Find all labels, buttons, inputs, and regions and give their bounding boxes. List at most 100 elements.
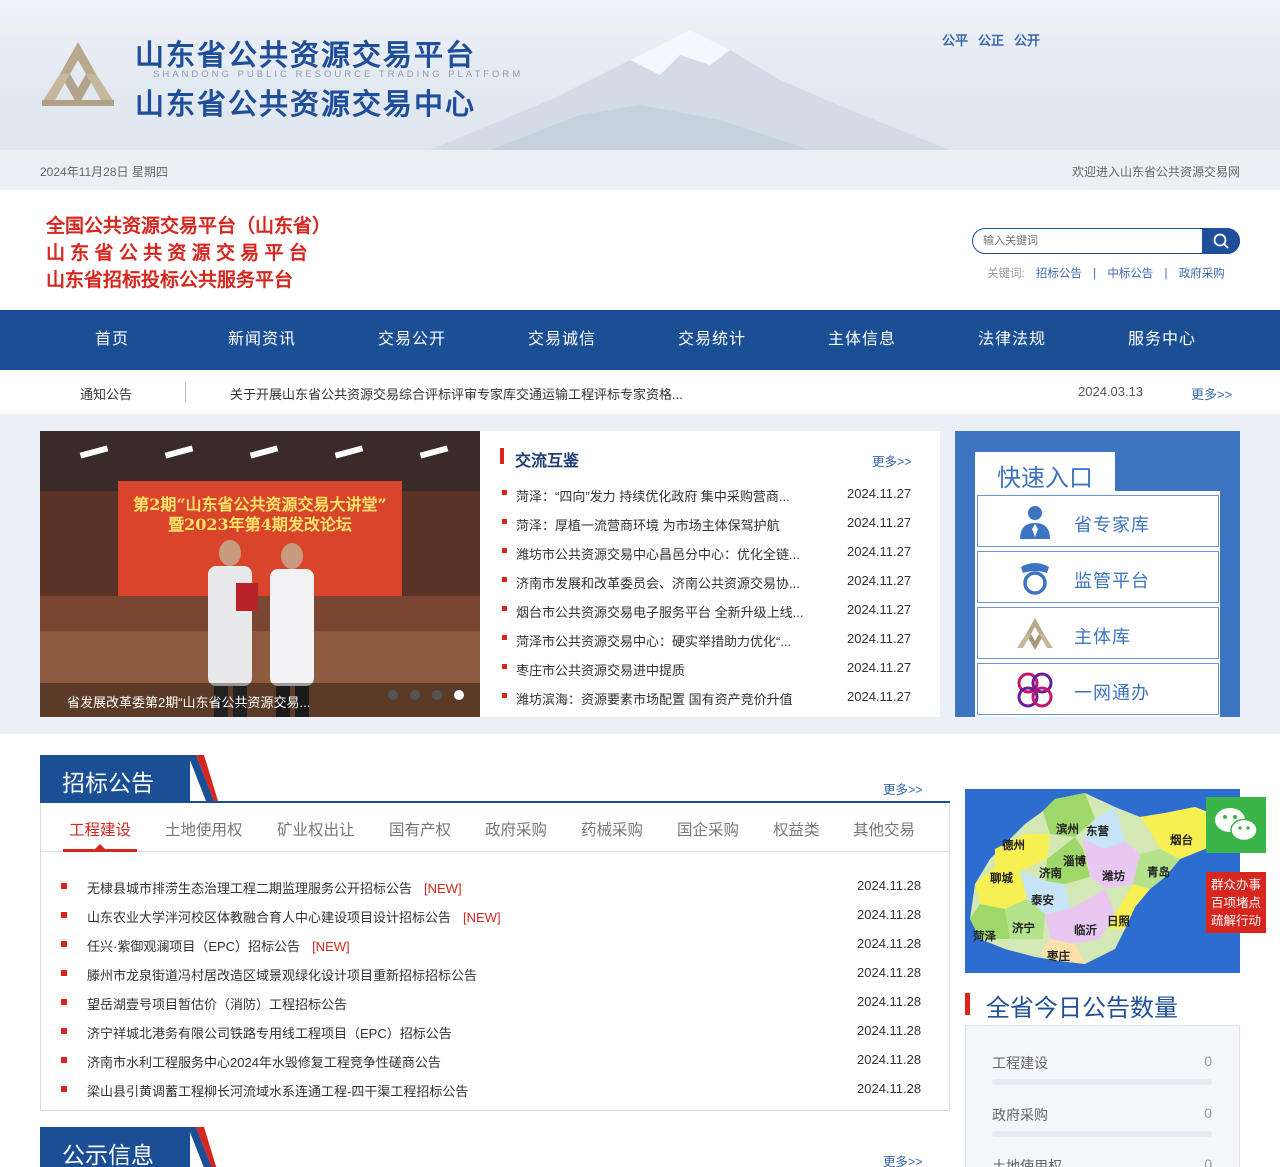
list-item[interactable]: 菏泽市公共资源交易中心：硬实举措助力优化“... 2024.11.27	[500, 629, 920, 649]
item-title[interactable]: 济南市发展和改革委员会、济南公共资源交易协...	[516, 573, 832, 592]
item-title[interactable]: 望岳湖壹号项目暂估价（消防）工程招标公告	[87, 994, 347, 1013]
table-row[interactable]: 济宁祥城北港务有限公司铁路专用线工程项目（EPC）招标公告 2024.11.28	[61, 1021, 931, 1041]
list-item[interactable]: 烟台市公共资源交易电子服务平台 全新升级上线... 2024.11.27	[500, 600, 920, 620]
list-item[interactable]: 菏泽：厚植一流营商环境 为市场主体保驾护航 2024.11.27	[500, 513, 920, 533]
map-city-label[interactable]: 烟台	[1170, 832, 1193, 848]
bullet	[502, 490, 507, 495]
count-value: 0	[1204, 1053, 1212, 1069]
tab-land-use[interactable]: 土地使用权	[165, 818, 243, 840]
notice-link[interactable]: 关于开展山东省公共资源交易综合评标评审专家库交通运输工程评标专家资格...	[230, 384, 683, 403]
count-row[interactable]: 土地使用权 0	[992, 1156, 1212, 1167]
map-city-label[interactable]: 日照	[1107, 913, 1130, 929]
table-row[interactable]: 济南市水利工程服务中心2024年水毁修复工程竞争性磋商公告 2024.11.28	[61, 1050, 931, 1070]
item-title[interactable]: 潍坊滨海：资源要素市场配置 国有资产竞价升值	[516, 689, 832, 708]
keyword-link[interactable]: 招标公告	[1036, 268, 1082, 280]
map-city-label[interactable]: 潍坊	[1102, 868, 1125, 884]
list-item[interactable]: 菏泽：“四向”发力 持续优化政府 集中采购营商... 2024.11.27	[500, 484, 920, 504]
meeting-photo	[40, 431, 480, 717]
wechat-float-button[interactable]	[1206, 797, 1266, 853]
list-item[interactable]: 潍坊滨海：资源要素市场配置 国有资产竞价升值 2024.11.27	[500, 687, 920, 707]
item-title[interactable]: 枣庄市公共资源交易进中提质	[516, 660, 832, 679]
item-date: 2024.11.28	[857, 1081, 922, 1096]
tab-other[interactable]: 其他交易	[853, 818, 915, 840]
list-item[interactable]: 济南市发展和改革委员会、济南公共资源交易协... 2024.11.27	[500, 571, 920, 591]
bullet	[61, 883, 67, 889]
item-title[interactable]: 任兴·紫御观澜项目（EPC）招标公告	[87, 939, 300, 954]
tab-drug-procurement[interactable]: 药械采购	[581, 818, 643, 840]
item-title[interactable]: 菏泽市公共资源交易中心：硬实举措助力优化“...	[516, 631, 832, 650]
province-map[interactable]: 滨州 东营 德州 烟台 淄博 济南 潍坊 青岛 聊城 泰安 济宁 日照 临沂 菏…	[965, 789, 1240, 973]
carousel-dot[interactable]	[410, 690, 420, 700]
photo-caption[interactable]: 省发展改革委第2期“山东省公共资源交易...	[67, 692, 310, 711]
quick-item-one-network[interactable]: 一网通办	[977, 663, 1219, 715]
notice-more-link[interactable]: 更多>>	[1191, 384, 1232, 403]
table-row[interactable]: 无棣县城市排涝生态治理工程二期监理服务公开招标公告 [NEW] 2024.11.28	[61, 876, 931, 896]
map-city-label[interactable]: 枣庄	[1047, 948, 1070, 964]
mass-service-float-button[interactable]: 群众办事 百项堵点 疏解行动	[1206, 872, 1266, 933]
table-row[interactable]: 山东农业大学泮河校区体教融合育人中心建设项目设计招标公告 [NEW] 2024.11…	[61, 905, 931, 925]
map-city-label[interactable]: 临沂	[1074, 922, 1097, 938]
item-title[interactable]: 济南市水利工程服务中心2024年水毁修复工程竞争性磋商公告	[87, 1052, 441, 1071]
carousel-dot[interactable]	[432, 690, 442, 700]
nav-service[interactable]: 服务中心	[1087, 310, 1237, 370]
item-title[interactable]: 山东农业大学泮河校区体教融合育人中心建设项目设计招标公告	[87, 910, 451, 925]
item-date: 2024.11.28	[857, 994, 922, 1009]
item-title[interactable]: 烟台市公共资源交易电子服务平台 全新升级上线...	[516, 602, 832, 621]
map-city-label[interactable]: 聊城	[990, 870, 1013, 886]
tab-gov-procurement[interactable]: 政府采购	[485, 818, 547, 840]
table-row[interactable]: 任兴·紫御观澜项目（EPC）招标公告 [NEW] 2024.11.28	[61, 934, 931, 954]
map-city-label[interactable]: 济南	[1039, 865, 1062, 881]
item-title[interactable]: 潍坊市公共资源交易中心昌邑分中心：优化全链...	[516, 544, 832, 563]
nav-trade-stats[interactable]: 交易统计	[637, 310, 787, 370]
keyword-link[interactable]: 中标公告	[1107, 268, 1153, 280]
item-title[interactable]: 菏泽：“四向”发力 持续优化政府 集中采购营商...	[516, 486, 832, 505]
quick-item-entity[interactable]: 主体库	[977, 607, 1219, 659]
map-city-label[interactable]: 淄博	[1063, 853, 1086, 869]
nav-news[interactable]: 新闻资讯	[187, 310, 337, 370]
map-city-label[interactable]: 东营	[1086, 823, 1109, 839]
tab-equity[interactable]: 权益类	[773, 818, 820, 840]
table-row[interactable]: 梁山县引黄调蓄工程柳长河流域水系连通工程-四干渠工程招标公告 2024.11.28	[61, 1079, 931, 1099]
table-row[interactable]: 滕州市龙泉街道冯村居改造区域景观绿化设计项目重新招标招标公告 2024.11.28	[61, 963, 931, 983]
map-city-label[interactable]: 青岛	[1147, 864, 1170, 880]
count-row[interactable]: 政府采购 0	[992, 1105, 1212, 1145]
item-title[interactable]: 济宁祥城北港务有限公司铁路专用线工程项目（EPC）招标公告	[87, 1023, 452, 1042]
list-item[interactable]: 枣庄市公共资源交易进中提质 2024.11.27	[500, 658, 920, 678]
nav-entity-info[interactable]: 主体信息	[787, 310, 937, 370]
tab-engineering[interactable]: 工程建设	[69, 818, 131, 840]
list-item[interactable]: 潍坊市公共资源交易中心昌邑分中心：优化全链... 2024.11.27	[500, 542, 920, 562]
count-row[interactable]: 工程建设 0	[992, 1053, 1212, 1093]
item-title[interactable]: 滕州市龙泉街道冯村居改造区域景观绿化设计项目重新招标招标公告	[87, 965, 477, 984]
publicity-more-link[interactable]: 更多>>	[883, 1151, 923, 1167]
item-title[interactable]: 菏泽：厚植一流营商环境 为市场主体保驾护航	[516, 515, 832, 534]
item-title[interactable]: 梁山县引黄调蓄工程柳长河流域水系连通工程-四干渠工程招标公告	[87, 1081, 468, 1100]
quick-item-expert[interactable]: 省专家库	[977, 495, 1219, 547]
nav-trade-credit[interactable]: 交易诚信	[487, 310, 637, 370]
table-row[interactable]: 望岳湖壹号项目暂估价（消防）工程招标公告 2024.11.28	[61, 992, 931, 1012]
quick-item-supervisor[interactable]: 监管平台	[977, 551, 1219, 603]
keyword-link[interactable]: 政府采购	[1179, 268, 1225, 280]
platform-name-national[interactable]: 全国公共资源交易平台（山东省）	[46, 213, 331, 240]
nav-laws[interactable]: 法律法规	[937, 310, 1087, 370]
carousel-dot-active[interactable]	[454, 690, 464, 700]
platform-name-province[interactable]: 山 东 省 公 共 资 源 交 易 平 台	[46, 240, 331, 267]
nav-home[interactable]: 首页	[37, 310, 187, 370]
news-photo-carousel[interactable]	[40, 431, 480, 717]
carousel-dot[interactable]	[388, 690, 398, 700]
tab-soe-procurement[interactable]: 国企采购	[677, 818, 739, 840]
tab-state-property[interactable]: 国有产权	[389, 818, 451, 840]
map-city-label[interactable]: 滨州	[1056, 821, 1079, 837]
today-count-panel: 工程建设 0 政府采购 0 土地使用权 0	[965, 1025, 1240, 1167]
map-city-label[interactable]: 泰安	[1031, 892, 1054, 908]
nav-trade-public[interactable]: 交易公开	[337, 310, 487, 370]
exchange-more-link[interactable]: 更多>>	[872, 451, 912, 470]
tab-mining[interactable]: 矿业权出让	[277, 818, 355, 840]
map-city-label[interactable]: 德州	[1002, 837, 1025, 853]
search-button[interactable]	[1202, 227, 1240, 254]
map-city-label[interactable]: 菏泽	[973, 928, 996, 944]
item-title[interactable]: 无棣县城市排涝生态治理工程二期监理服务公开招标公告	[87, 881, 412, 896]
search-input[interactable]	[983, 232, 1193, 250]
platform-name-bidding[interactable]: 山东省招标投标公共服务平台	[46, 267, 331, 294]
map-city-label[interactable]: 济宁	[1012, 920, 1035, 936]
bidding-more-link[interactable]: 更多>>	[883, 779, 923, 798]
